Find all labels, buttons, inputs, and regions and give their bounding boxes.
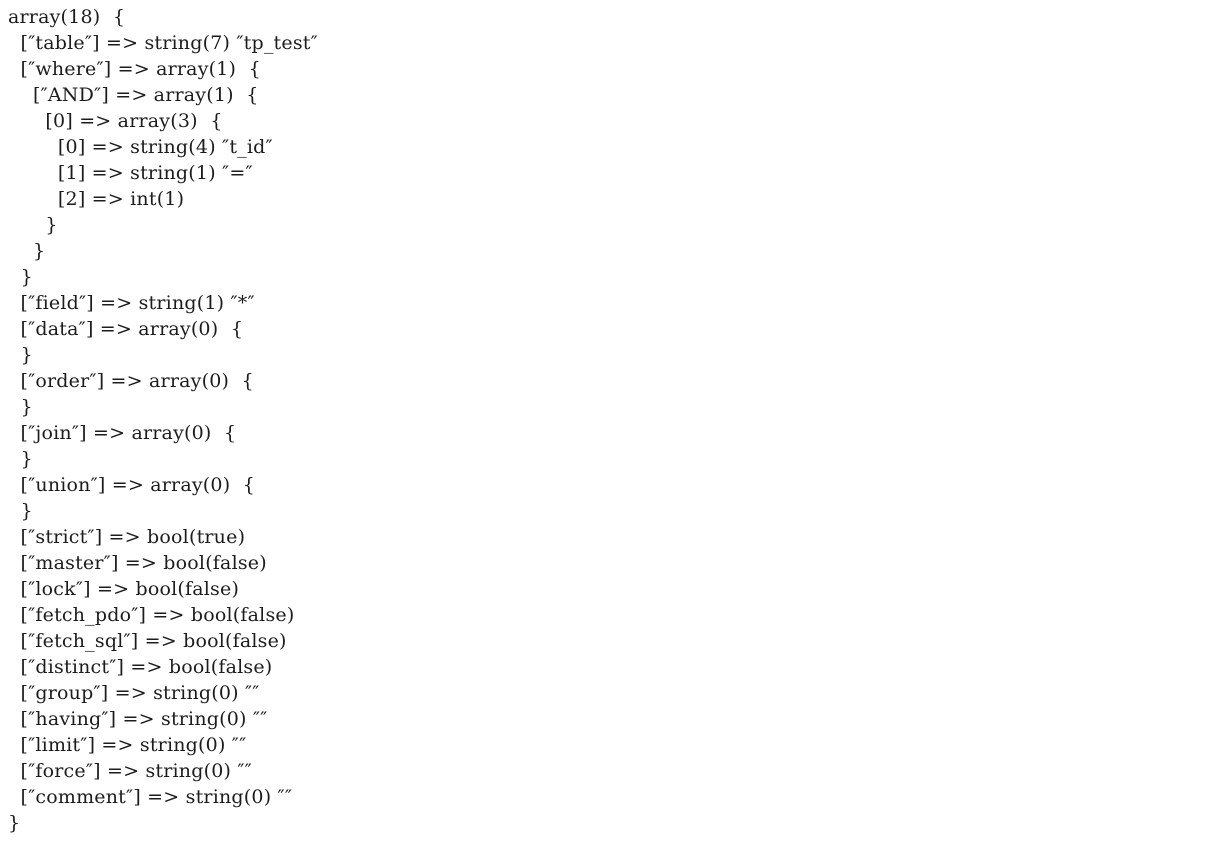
dump-line: } <box>8 396 33 418</box>
dump-line: } <box>8 214 58 236</box>
dump-line: [″group″] => string(0) ″″ <box>8 682 260 704</box>
dump-line: [″table″] => string(7) ″tp_test″ <box>8 32 318 54</box>
var-dump-output: array(18) { [″table″] => string(7) ″tp_t… <box>8 4 318 836</box>
dump-line: [″AND″] => array(1) { <box>8 84 259 106</box>
dump-line: [″strict″] => bool(true) <box>8 526 246 548</box>
dump-line: } <box>8 448 33 470</box>
dump-line: [″where″] => array(1) { <box>8 58 261 80</box>
dump-line: [″comment″] => string(0) ″″ <box>8 786 293 808</box>
dump-line: array(18) { <box>8 6 126 28</box>
dump-line: [″fetch_pdo″] => bool(false) <box>8 604 295 626</box>
dump-line: } <box>8 500 33 522</box>
dump-line: } <box>8 240 46 262</box>
dump-line: [″join″] => array(0) { <box>8 422 237 444</box>
dump-line: [0] => string(4) ″t_id″ <box>8 136 273 158</box>
dump-line: [2] => int(1) <box>8 188 185 210</box>
dump-line: } <box>8 344 33 366</box>
dump-line: [″having″] => string(0) ″″ <box>8 708 268 730</box>
dump-line: [″data″] => array(0) { <box>8 318 244 340</box>
dump-line: [″order″] => array(0) { <box>8 370 254 392</box>
dump-line: [″lock″] => bool(false) <box>8 578 240 600</box>
dump-line: [1] => string(1) ″=″ <box>8 162 253 184</box>
dump-line: [″union″] => array(0) { <box>8 474 256 496</box>
dump-line: } <box>8 812 21 834</box>
dump-line: [″fetch_sql″] => bool(false) <box>8 630 287 652</box>
dump-line: [″distinct″] => bool(false) <box>8 656 273 678</box>
dump-line: } <box>8 266 33 288</box>
dump-line: [″field″] => string(1) ″*″ <box>8 292 255 314</box>
dump-line: [″master″] => bool(false) <box>8 552 267 574</box>
dump-line: [″force″] => string(0) ″″ <box>8 760 252 782</box>
dump-line: [0] => array(3) { <box>8 110 223 132</box>
dump-line: [″limit″] => string(0) ″″ <box>8 734 247 756</box>
